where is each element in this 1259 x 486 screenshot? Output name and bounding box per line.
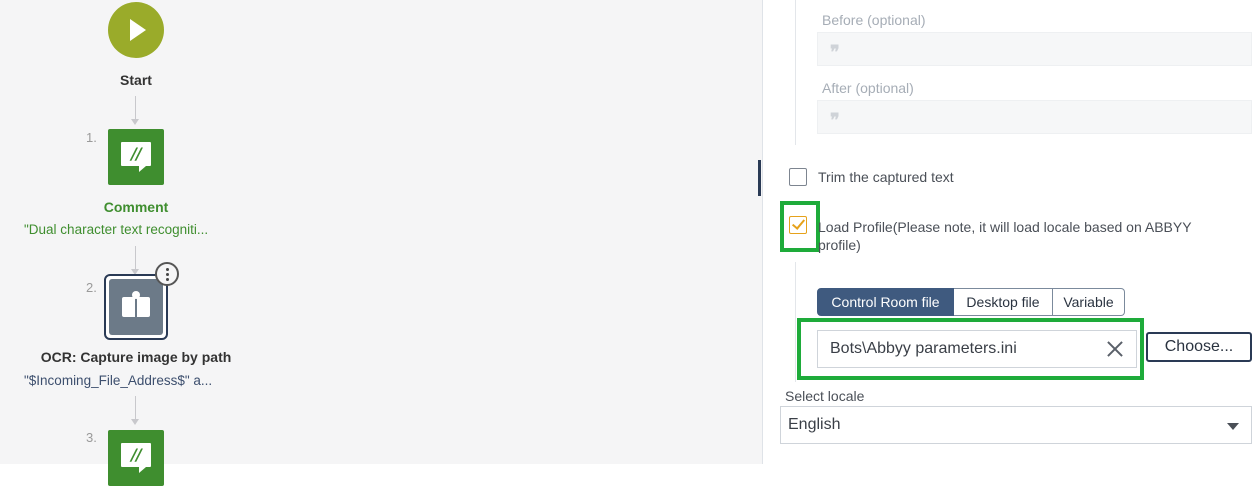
trim-label: Trim the captured text bbox=[818, 169, 954, 185]
panel-focus-indicator bbox=[758, 160, 761, 196]
start-label: Start bbox=[120, 72, 152, 88]
trim-checkbox[interactable] bbox=[789, 168, 807, 186]
comment-node[interactable]: // bbox=[108, 430, 164, 486]
before-input: ❞ bbox=[817, 32, 1252, 66]
after-input: ❞ bbox=[817, 100, 1252, 134]
tab-control-room-file[interactable]: Control Room file bbox=[817, 288, 954, 316]
section-rule bbox=[795, 0, 796, 145]
load-profile-label-line: Load Profile(Please note, it will load l… bbox=[818, 219, 1192, 235]
quote-icon: ❞ bbox=[830, 42, 840, 63]
flow-canvas: Start 1. // Comment "Dual character text… bbox=[0, 0, 762, 486]
checkmark-icon bbox=[791, 216, 806, 230]
step-number: 1. bbox=[86, 130, 97, 145]
connector-arrow bbox=[131, 419, 139, 425]
select-locale-label: Select locale bbox=[785, 388, 865, 404]
step-title: Comment bbox=[103, 199, 169, 215]
locale-value: English bbox=[788, 416, 841, 433]
comment-icon: // bbox=[121, 443, 151, 473]
step-subtitle: "Dual character text recogniti... bbox=[24, 222, 209, 237]
quote-icon: ❞ bbox=[830, 110, 840, 131]
step-title: OCR: Capture image by path bbox=[40, 349, 232, 365]
ocr-node[interactable] bbox=[104, 274, 168, 340]
load-profile-label: Load Profile(Please note, it will load l… bbox=[818, 218, 1238, 254]
file-path-value: Bots\Abbyy parameters.ini bbox=[830, 340, 1017, 357]
tab-variable[interactable]: Variable bbox=[1053, 288, 1125, 316]
before-label: Before (optional) bbox=[822, 12, 926, 28]
step-number: 3. bbox=[86, 430, 97, 445]
comment-icon: // bbox=[121, 142, 151, 172]
step-subtitle: "$Incoming_File_Address$" a... bbox=[24, 373, 213, 388]
file-path-input[interactable]: Bots\Abbyy parameters.ini bbox=[817, 330, 1137, 368]
load-profile-checkbox[interactable] bbox=[789, 216, 807, 234]
chevron-down-icon bbox=[1227, 423, 1239, 430]
tab-desktop-file[interactable]: Desktop file bbox=[954, 288, 1053, 316]
load-profile-label-line: profile) bbox=[818, 237, 861, 253]
ocr-book-icon bbox=[109, 279, 163, 335]
play-icon bbox=[130, 19, 146, 41]
comment-node[interactable]: // bbox=[108, 129, 164, 185]
section-rule bbox=[795, 262, 796, 382]
after-label: After (optional) bbox=[822, 80, 914, 96]
start-node-icon[interactable] bbox=[108, 2, 164, 58]
close-icon[interactable] bbox=[1105, 339, 1125, 359]
locale-select[interactable]: English bbox=[780, 406, 1252, 444]
step-number: 2. bbox=[86, 280, 97, 295]
more-options-icon[interactable] bbox=[155, 262, 179, 286]
connector-arrow bbox=[131, 119, 139, 125]
choose-button[interactable]: Choose... bbox=[1146, 332, 1252, 362]
